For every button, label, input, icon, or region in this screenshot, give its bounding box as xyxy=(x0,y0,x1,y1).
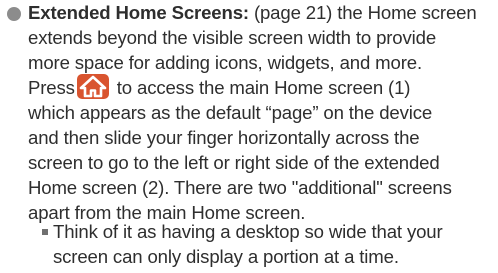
bullet-line-2: extends beyond the visible screen width … xyxy=(28,27,437,48)
bullet-line-4: Press to access the main Home screen (1) xyxy=(28,73,411,102)
bullet-line-7: screen to go to the left or right side o… xyxy=(28,152,440,173)
item-text-1: (page 21) the Home screen xyxy=(248,2,477,23)
sub-bullet-line-1: Think of it as having a desktop so wide … xyxy=(53,221,443,242)
bullet-line-3: more space for adding icons, widgets, an… xyxy=(28,52,422,73)
bullet-line-8: Home screen (2). There are two "addition… xyxy=(28,177,452,198)
bullet-dot xyxy=(7,7,21,21)
press-text: Press xyxy=(28,77,75,98)
item-title: Extended Home Screens: xyxy=(28,2,249,23)
bullet-line-1: Extended Home Screens: (page 21) the Hom… xyxy=(28,0,477,26)
bullet-line-6: and then slide your finger horizontally … xyxy=(28,127,420,148)
item-text-4: to access the main Home screen (1) xyxy=(116,77,411,98)
sub-bullet-square xyxy=(42,229,48,235)
sub-bullet-line-2: screen can only display a portion at a t… xyxy=(53,246,399,267)
bullet-line-5: which appears as the default “page” on t… xyxy=(28,102,433,123)
home-key-icon xyxy=(76,73,109,99)
manual-page: Extended Home Screens: (page 21) the Hom… xyxy=(0,0,498,273)
